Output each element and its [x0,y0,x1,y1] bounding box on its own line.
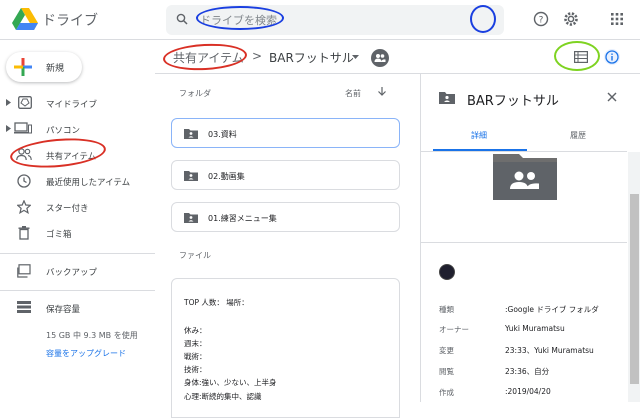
search-input[interactable] [200,9,450,31]
sidebar: 新規 マイドライブ パソコン 共有アイテム 最近使用したアイテム スター付き ゴ… [0,40,155,402]
details-divider [421,242,627,243]
shared-folder-icon [439,92,455,104]
sidebar-item-starred[interactable]: スター付き [0,196,155,218]
people-icon [374,54,386,62]
storage-icon [17,301,31,313]
sort-by-name[interactable]: 名前 [345,88,361,99]
folder-menu-caret-icon[interactable] [352,55,359,59]
files-section-header: ファイル [179,251,211,260]
property-value: 23:36、自分 [505,367,550,376]
folder-name: 01.練習メニュー集 [208,214,277,223]
details-title: BARフットサル [467,94,559,109]
sidebar-item-label: 共有アイテム [46,152,97,162]
property-value: 23:33、Yuki Muramatsu [505,346,594,355]
trash-icon [18,226,30,240]
plus-icon [14,58,32,76]
property-key: 作成 [439,388,454,397]
clock-icon [17,174,31,188]
upgrade-storage-link[interactable]: 容量をアップグレード [46,348,126,359]
settings-icon[interactable] [563,11,579,27]
sidebar-item-storage[interactable]: 保存容量 [0,297,155,319]
property-key: オーナー [439,325,469,334]
property-key: 閲覧 [439,367,454,376]
search-icon[interactable] [176,13,188,25]
folders-section-header: フォルダ [179,89,211,98]
backup-icon [17,264,31,278]
scrollbar-thumb[interactable] [630,194,639,384]
shared-folder-icon [184,129,198,139]
avatar[interactable] [439,264,455,280]
new-button-label: 新規 [46,64,65,74]
property-value: :2019/04/20 [505,387,551,396]
expand-arrow-icon[interactable] [6,99,11,106]
top-bar: ドライブ ? [0,0,640,40]
breadcrumb-current-folder[interactable]: BARフットサル [269,49,354,66]
sidebar-item-label: 保存容量 [46,305,81,315]
breadcrumb-separator: > [252,49,263,63]
breadcrumb: 共有アイテム > BARフットサル [155,40,640,74]
doc-preview-line: 技術： [184,365,207,374]
large-shared-folder-icon [493,154,557,200]
drive-logo-icon[interactable] [12,8,38,30]
star-icon [17,200,31,214]
file-card[interactable]: TOP 人数： 場所： 休み： 週末： 戦術： 技術： 身体:強い、少ない、上半… [171,278,400,418]
sort-direction-icon[interactable] [377,86,387,96]
my-drive-icon [18,96,32,109]
folder-card[interactable]: 03.資料 [171,118,400,148]
property-key: 変更 [439,346,454,355]
sidebar-item-trash[interactable]: ゴミ箱 [0,222,155,244]
tab-activity[interactable]: 履歴 [529,130,627,141]
breadcrumb-shared[interactable]: 共有アイテム [173,49,244,66]
tab-details[interactable]: 詳細 [433,130,525,141]
doc-preview-line: TOP 人数： 場所： [184,298,249,307]
sidebar-item-label: パソコン [46,126,81,136]
sidebar-item-recent[interactable]: 最近使用したアイテム [0,170,155,192]
list-view-icon[interactable] [574,51,588,63]
shared-folder-icon [184,171,198,181]
file-list: フォルダ 名前 03.資料 02.動画集 01.練習メニュー集 ファイル TOP… [155,74,420,418]
sidebar-item-label: ゴミ箱 [46,230,72,240]
property-value: :Google ドライブ フォルダ [505,305,599,314]
tab-divider [421,151,627,152]
doc-preview-line: 休み： [184,326,207,335]
apps-icon[interactable] [611,13,623,25]
sidebar-item-my-drive[interactable]: マイドライブ [0,92,155,114]
help-icon[interactable]: ? [533,11,549,27]
sidebar-item-label: スター付き [46,204,89,214]
sidebar-item-label: 最近使用したアイテム [46,178,131,188]
shared-people-icon [16,148,32,161]
sidebar-item-shared[interactable]: 共有アイテム [0,144,155,166]
details-panel: BARフットサル 詳細 履歴 種類 :Google ドライブ フォルダ オーナー… [420,74,640,402]
computer-icon [14,122,32,134]
sidebar-item-label: バックアップ [46,268,98,278]
property-value: Yuki Muramatsu [505,324,565,333]
search-bar[interactable] [166,5,504,35]
storage-usage: 15 GB 中 9.3 MB を使用 [46,331,138,340]
info-icon[interactable] [603,48,621,66]
expand-arrow-icon[interactable] [6,125,11,132]
folder-name: 02.動画集 [208,172,245,181]
folder-card[interactable]: 02.動画集 [171,160,400,190]
sidebar-item-backup[interactable]: バックアップ [0,260,155,282]
svg-text:?: ? [539,16,544,26]
app-title[interactable]: ドライブ [42,10,98,30]
shared-folder-badge [371,49,389,67]
folder-card[interactable]: 01.練習メニュー集 [171,202,400,232]
sidebar-item-label: マイドライブ [46,100,98,110]
doc-preview-line: 週末： [184,339,207,348]
doc-preview-line: 心理:断続的集中、認識 [184,392,262,401]
property-key: 種類 [439,305,454,314]
sidebar-divider [0,290,155,291]
doc-preview-line: 戦術： [184,352,207,361]
sidebar-item-computers[interactable]: パソコン [0,118,155,140]
sidebar-divider [0,253,155,254]
folder-name: 03.資料 [208,130,237,139]
shared-folder-icon [184,213,198,223]
close-icon[interactable] [607,92,617,102]
doc-preview-line: 身体:強い、少ない、上半身 [184,378,277,387]
new-button[interactable]: 新規 [6,52,82,82]
